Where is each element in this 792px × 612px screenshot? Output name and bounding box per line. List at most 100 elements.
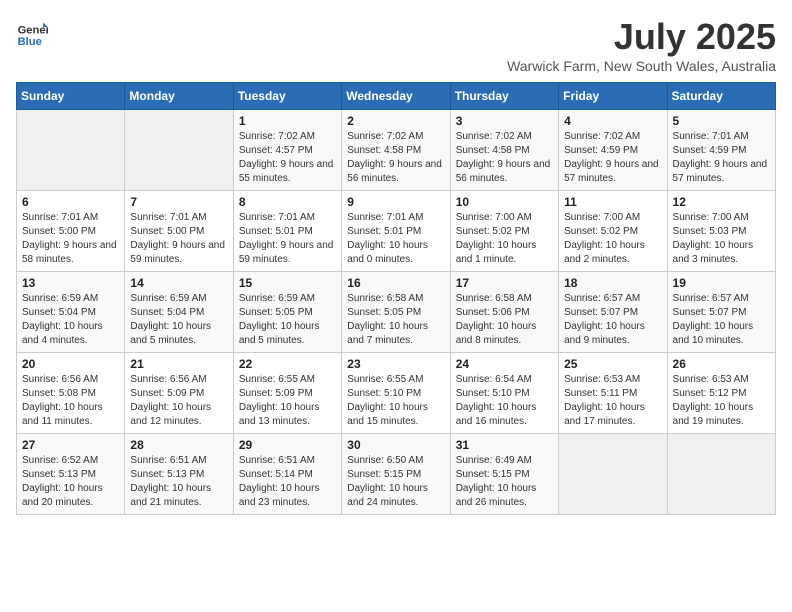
day-number: 5	[673, 114, 770, 128]
calendar-day-cell: 31 Sunrise: 6:49 AM Sunset: 5:15 PM Dayli…	[450, 434, 558, 515]
weekday-header: Tuesday	[233, 83, 341, 110]
calendar-day-cell: 15Sunrise: 6:59 AM Sunset: 5:05 PM Dayli…	[233, 272, 341, 353]
day-number: 17	[456, 276, 553, 290]
day-number: 13	[22, 276, 119, 290]
calendar-day-cell: 7 Sunrise: 7:01 AM Sunset: 5:00 PM Daylig…	[125, 191, 233, 272]
calendar-day-cell: 16 Sunrise: 6:58 AM Sunset: 5:05 PM Dayli…	[342, 272, 450, 353]
day-info: Sunrise: 6:53 AM Sunset: 5:12 PM Dayligh…	[673, 373, 770, 429]
svg-text:Blue: Blue	[18, 36, 42, 48]
day-info: Sunrise: 7:00 AM Sunset: 5:02 PM Dayligh…	[456, 211, 553, 267]
weekday-header: Saturday	[667, 83, 775, 110]
day-number: 10	[456, 195, 553, 209]
day-info: Sunrise: 7:01 AM Sunset: 4:59 PM Dayligh…	[673, 130, 770, 186]
day-info: Sunrise: 7:02 AM Sunset: 4:59 PM Dayligh…	[564, 130, 661, 186]
calendar-day-cell: 27 Sunrise: 6:52 AM Sunset: 5:13 PM Dayli…	[17, 434, 125, 515]
logo-icon: General Blue	[16, 16, 48, 48]
calendar-week-row: 6Sunrise: 7:01 AM Sunset: 5:00 PM Daylig…	[17, 191, 776, 272]
day-info: Sunrise: 6:58 AM Sunset: 5:05 PM Dayligh…	[347, 292, 444, 348]
day-number: 3	[456, 114, 553, 128]
calendar-day-cell: 3Sunrise: 7:02 AM Sunset: 4:58 PM Daylig…	[450, 110, 558, 191]
day-number: 26	[673, 357, 770, 371]
calendar-day-cell: 18 Sunrise: 6:57 AM Sunset: 5:07 PM Dayli…	[559, 272, 667, 353]
day-number: 1	[239, 114, 336, 128]
day-info: Sunrise: 7:00 AM Sunset: 5:03 PM Dayligh…	[673, 211, 770, 267]
calendar-day-cell: 5 Sunrise: 7:01 AM Sunset: 4:59 PM Daylig…	[667, 110, 775, 191]
day-number: 16	[347, 276, 444, 290]
day-number: 20	[22, 357, 119, 371]
calendar-day-cell: 12 Sunrise: 7:00 AM Sunset: 5:03 PM Dayli…	[667, 191, 775, 272]
day-info: Sunrise: 6:59 AM Sunset: 5:04 PM Dayligh…	[130, 292, 227, 348]
day-number: 31	[456, 438, 553, 452]
day-number: 18	[564, 276, 661, 290]
day-info: Sunrise: 6:53 AM Sunset: 5:11 PM Dayligh…	[564, 373, 661, 429]
logo: General Blue	[16, 16, 48, 48]
calendar-day-cell: 14Sunrise: 6:59 AM Sunset: 5:04 PM Dayli…	[125, 272, 233, 353]
calendar-day-cell: 1 Sunrise: 7:02 AM Sunset: 4:57 PM Daylig…	[233, 110, 341, 191]
weekday-header: Monday	[125, 83, 233, 110]
calendar-day-cell: 24 Sunrise: 6:54 AM Sunset: 5:10 PM Dayli…	[450, 353, 558, 434]
calendar-day-cell: 28Sunrise: 6:51 AM Sunset: 5:13 PM Dayli…	[125, 434, 233, 515]
calendar-day-cell: 17 Sunrise: 6:58 AM Sunset: 5:06 PM Dayli…	[450, 272, 558, 353]
day-number: 28	[130, 438, 227, 452]
day-info: Sunrise: 7:02 AM Sunset: 4:57 PM Dayligh…	[239, 130, 336, 186]
day-info: Sunrise: 6:54 AM Sunset: 5:10 PM Dayligh…	[456, 373, 553, 429]
day-info: Sunrise: 6:50 AM Sunset: 5:15 PM Dayligh…	[347, 454, 444, 510]
day-number: 27	[22, 438, 119, 452]
calendar-day-cell: 25 Sunrise: 6:53 AM Sunset: 5:11 PM Dayli…	[559, 353, 667, 434]
calendar-week-row: 1 Sunrise: 7:02 AM Sunset: 4:57 PM Daylig…	[17, 110, 776, 191]
day-info: Sunrise: 7:01 AM Sunset: 5:01 PM Dayligh…	[347, 211, 444, 267]
weekday-header: Sunday	[17, 83, 125, 110]
day-info: Sunrise: 7:01 AM Sunset: 5:01 PM Dayligh…	[239, 211, 336, 267]
weekday-header: Thursday	[450, 83, 558, 110]
day-number: 30	[347, 438, 444, 452]
calendar-day-cell: 29Sunrise: 6:51 AM Sunset: 5:14 PM Dayli…	[233, 434, 341, 515]
month-title: July 2025	[507, 16, 776, 58]
calendar-day-cell: 9 Sunrise: 7:01 AM Sunset: 5:01 PM Daylig…	[342, 191, 450, 272]
calendar-day-cell: 19 Sunrise: 6:57 AM Sunset: 5:07 PM Dayli…	[667, 272, 775, 353]
day-info: Sunrise: 6:52 AM Sunset: 5:13 PM Dayligh…	[22, 454, 119, 510]
calendar-header-row: SundayMondayTuesdayWednesdayThursdayFrid…	[17, 83, 776, 110]
calendar-table: SundayMondayTuesdayWednesdayThursdayFrid…	[16, 82, 776, 515]
calendar-day-cell: 6Sunrise: 7:01 AM Sunset: 5:00 PM Daylig…	[17, 191, 125, 272]
day-number: 21	[130, 357, 227, 371]
calendar-day-cell: 21 Sunrise: 6:56 AM Sunset: 5:09 PM Dayli…	[125, 353, 233, 434]
day-info: Sunrise: 6:56 AM Sunset: 5:08 PM Dayligh…	[22, 373, 119, 429]
calendar-day-cell: 2Sunrise: 7:02 AM Sunset: 4:58 PM Daylig…	[342, 110, 450, 191]
day-number: 7	[130, 195, 227, 209]
calendar-day-cell: 22 Sunrise: 6:55 AM Sunset: 5:09 PM Dayli…	[233, 353, 341, 434]
day-info: Sunrise: 6:57 AM Sunset: 5:07 PM Dayligh…	[673, 292, 770, 348]
day-number: 4	[564, 114, 661, 128]
day-info: Sunrise: 6:49 AM Sunset: 5:15 PM Dayligh…	[456, 454, 553, 510]
day-number: 19	[673, 276, 770, 290]
calendar-day-cell	[667, 434, 775, 515]
weekday-header: Friday	[559, 83, 667, 110]
day-info: Sunrise: 7:01 AM Sunset: 5:00 PM Dayligh…	[130, 211, 227, 267]
day-info: Sunrise: 6:55 AM Sunset: 5:09 PM Dayligh…	[239, 373, 336, 429]
day-info: Sunrise: 6:59 AM Sunset: 5:04 PM Dayligh…	[22, 292, 119, 348]
day-number: 24	[456, 357, 553, 371]
calendar-day-cell	[17, 110, 125, 191]
day-number: 8	[239, 195, 336, 209]
calendar-week-row: 13 Sunrise: 6:59 AM Sunset: 5:04 PM Dayli…	[17, 272, 776, 353]
page-header: General Blue July 2025 Warwick Farm, New…	[16, 16, 776, 74]
calendar-week-row: 27 Sunrise: 6:52 AM Sunset: 5:13 PM Dayli…	[17, 434, 776, 515]
day-info: Sunrise: 6:55 AM Sunset: 5:10 PM Dayligh…	[347, 373, 444, 429]
calendar-day-cell: 8 Sunrise: 7:01 AM Sunset: 5:01 PM Daylig…	[233, 191, 341, 272]
day-number: 12	[673, 195, 770, 209]
calendar-day-cell: 11Sunrise: 7:00 AM Sunset: 5:02 PM Dayli…	[559, 191, 667, 272]
location-title: Warwick Farm, New South Wales, Australia	[507, 58, 776, 74]
day-number: 9	[347, 195, 444, 209]
day-info: Sunrise: 7:01 AM Sunset: 5:00 PM Dayligh…	[22, 211, 119, 267]
calendar-day-cell: 10 Sunrise: 7:00 AM Sunset: 5:02 PM Dayli…	[450, 191, 558, 272]
calendar-day-cell	[559, 434, 667, 515]
title-block: July 2025 Warwick Farm, New South Wales,…	[507, 16, 776, 74]
day-number: 22	[239, 357, 336, 371]
calendar-week-row: 20 Sunrise: 6:56 AM Sunset: 5:08 PM Dayli…	[17, 353, 776, 434]
day-info: Sunrise: 6:57 AM Sunset: 5:07 PM Dayligh…	[564, 292, 661, 348]
day-number: 25	[564, 357, 661, 371]
day-info: Sunrise: 7:00 AM Sunset: 5:02 PM Dayligh…	[564, 211, 661, 267]
day-info: Sunrise: 6:58 AM Sunset: 5:06 PM Dayligh…	[456, 292, 553, 348]
day-info: Sunrise: 6:56 AM Sunset: 5:09 PM Dayligh…	[130, 373, 227, 429]
day-number: 29	[239, 438, 336, 452]
calendar-day-cell: 13 Sunrise: 6:59 AM Sunset: 5:04 PM Dayli…	[17, 272, 125, 353]
